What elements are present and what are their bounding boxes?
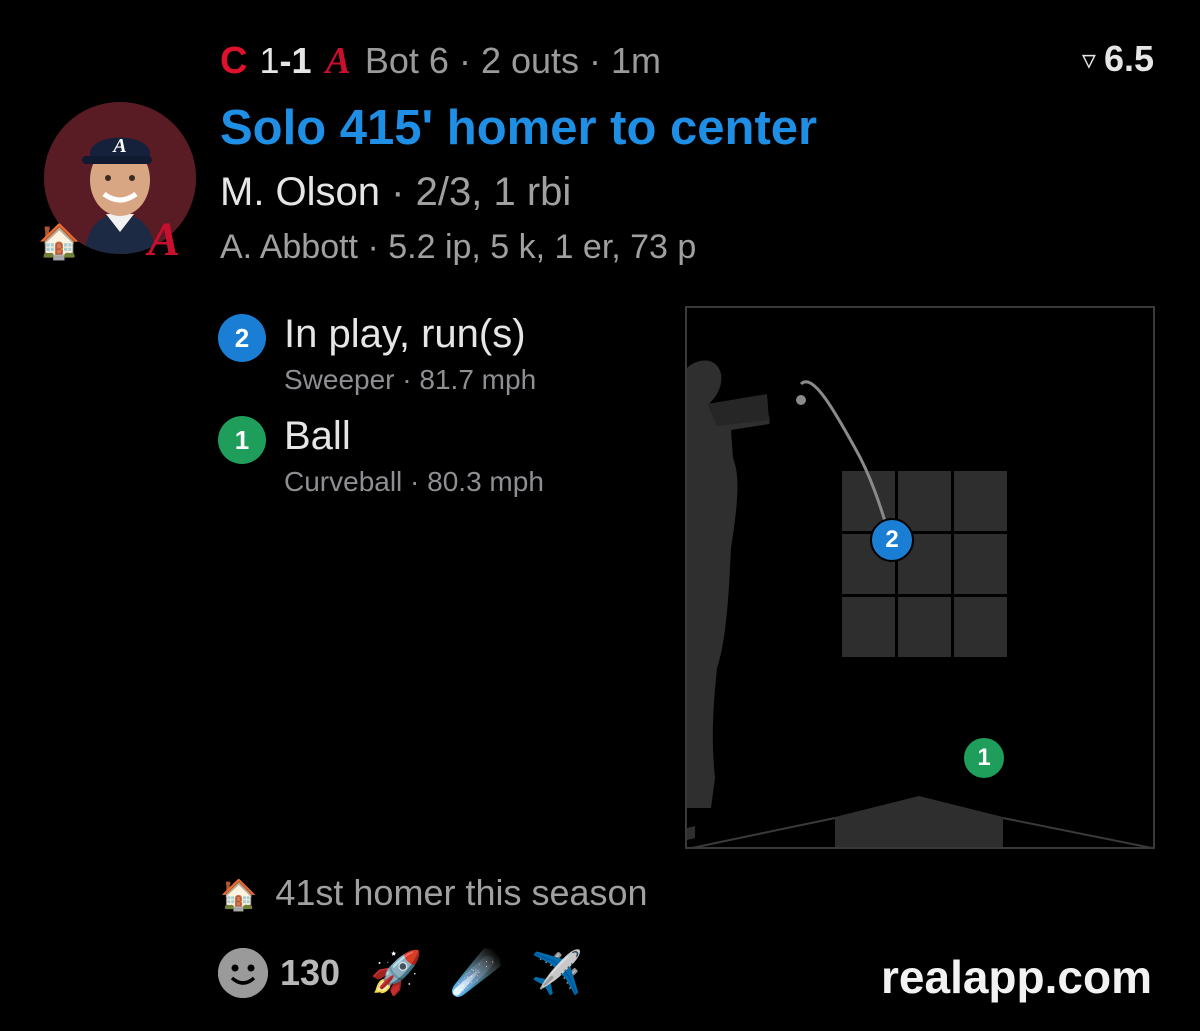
outs-label: 2 outs	[480, 40, 580, 81]
pitch-item: 1 Ball Curveball · 80.3 mph	[218, 412, 544, 498]
pitcher-line[interactable]: A. Abbott · 5.2 ip, 5 k, 1 er, 73 p	[220, 228, 696, 267]
batter-line[interactable]: M. Olson · 2/3, 1 rbi	[220, 170, 571, 215]
time-ago-label: 1m	[611, 40, 662, 81]
comet-emoji-icon[interactable]: ☄️	[450, 949, 502, 998]
season-note: 🏠 41st homer this season	[220, 872, 648, 914]
pitcher-name: A. Abbott	[220, 228, 358, 266]
pitch-marker[interactable]: 1	[962, 736, 1006, 780]
game-score: 1-1	[259, 40, 312, 81]
pitch-item: 2 In play, run(s) Sweeper · 81.7 mph	[218, 310, 536, 396]
svg-text:A: A	[111, 135, 126, 157]
smiley-icon[interactable]	[218, 948, 268, 998]
reds-logo-icon: C	[220, 39, 247, 82]
batter-name: M. Olson	[220, 170, 381, 214]
house-emoji-icon: 🏠	[220, 879, 258, 912]
airplane-emoji-icon[interactable]: ✈️	[531, 949, 583, 998]
separator-dot: ·	[589, 40, 602, 81]
pitch-number-badge: 2	[218, 314, 266, 362]
inning-label: Bot 6	[364, 40, 449, 81]
reactions-bar: 130 🚀 ☄️ ✈️	[218, 948, 611, 998]
braves-logo-icon: A	[325, 40, 351, 82]
strike-zone-panel: 2 1	[685, 306, 1155, 849]
braves-badge-icon: A	[148, 213, 181, 266]
pitch-result: In play, run(s)	[284, 312, 526, 356]
pitch-number-badge: 1	[218, 416, 266, 464]
triangle-flag-icon: ▿	[1081, 43, 1096, 75]
odds-value: 6.5	[1103, 38, 1154, 79]
separator-dot: ·	[391, 170, 405, 214]
brand-link[interactable]: realapp.com	[881, 950, 1152, 1004]
rocket-emoji-icon[interactable]: 🚀	[370, 949, 422, 998]
reaction-count: 130	[280, 952, 341, 993]
pitch-detail: Curveball · 80.3 mph	[284, 466, 544, 497]
odds-indicator[interactable]: ▿ 6.5	[1082, 38, 1154, 80]
play-headline[interactable]: Solo 415' homer to center	[220, 100, 817, 156]
game-status-line: C 1-1 A Bot 6 · 2 outs · 1m	[220, 36, 661, 86]
separator-dot: ·	[458, 40, 471, 81]
pitch-marker[interactable]: 2	[870, 518, 914, 562]
pitch-trajectory	[796, 380, 891, 535]
pitch-detail: Sweeper · 81.7 mph	[284, 364, 537, 395]
pitcher-stats: 5.2 ip, 5 k, 1 er, 73 p	[388, 228, 697, 266]
separator-dot: ·	[367, 228, 379, 266]
season-note-text: 41st homer this season	[275, 872, 648, 913]
pitch-result: Ball	[284, 414, 351, 458]
house-emoji-icon: 🏠	[38, 223, 81, 261]
batter-stats: 2/3, 1 rbi	[415, 170, 572, 214]
